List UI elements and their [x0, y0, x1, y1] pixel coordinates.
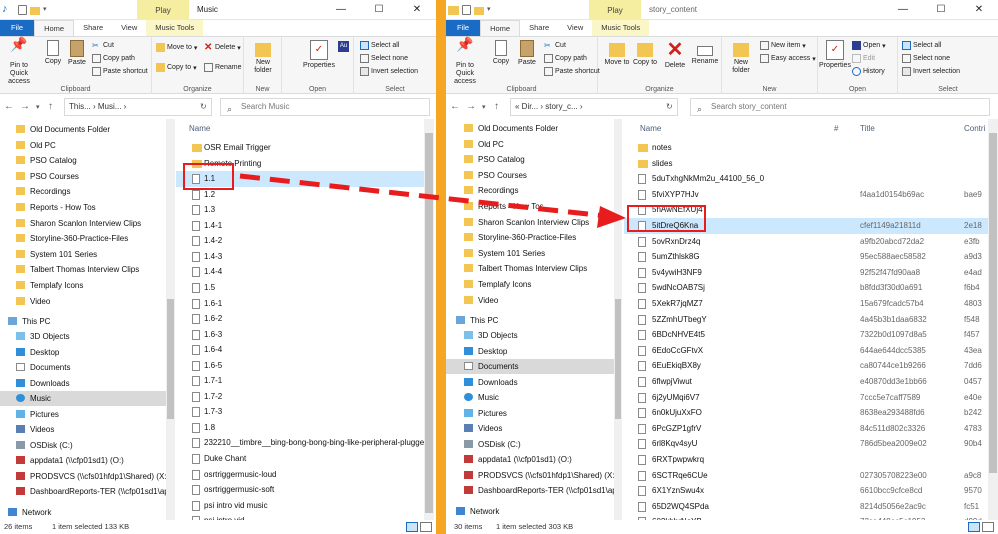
annotation-arrowhead-icon: [597, 206, 626, 228]
annotation-drag-arrow: [239, 173, 626, 228]
annotation-arrow-line: [239, 173, 607, 219]
